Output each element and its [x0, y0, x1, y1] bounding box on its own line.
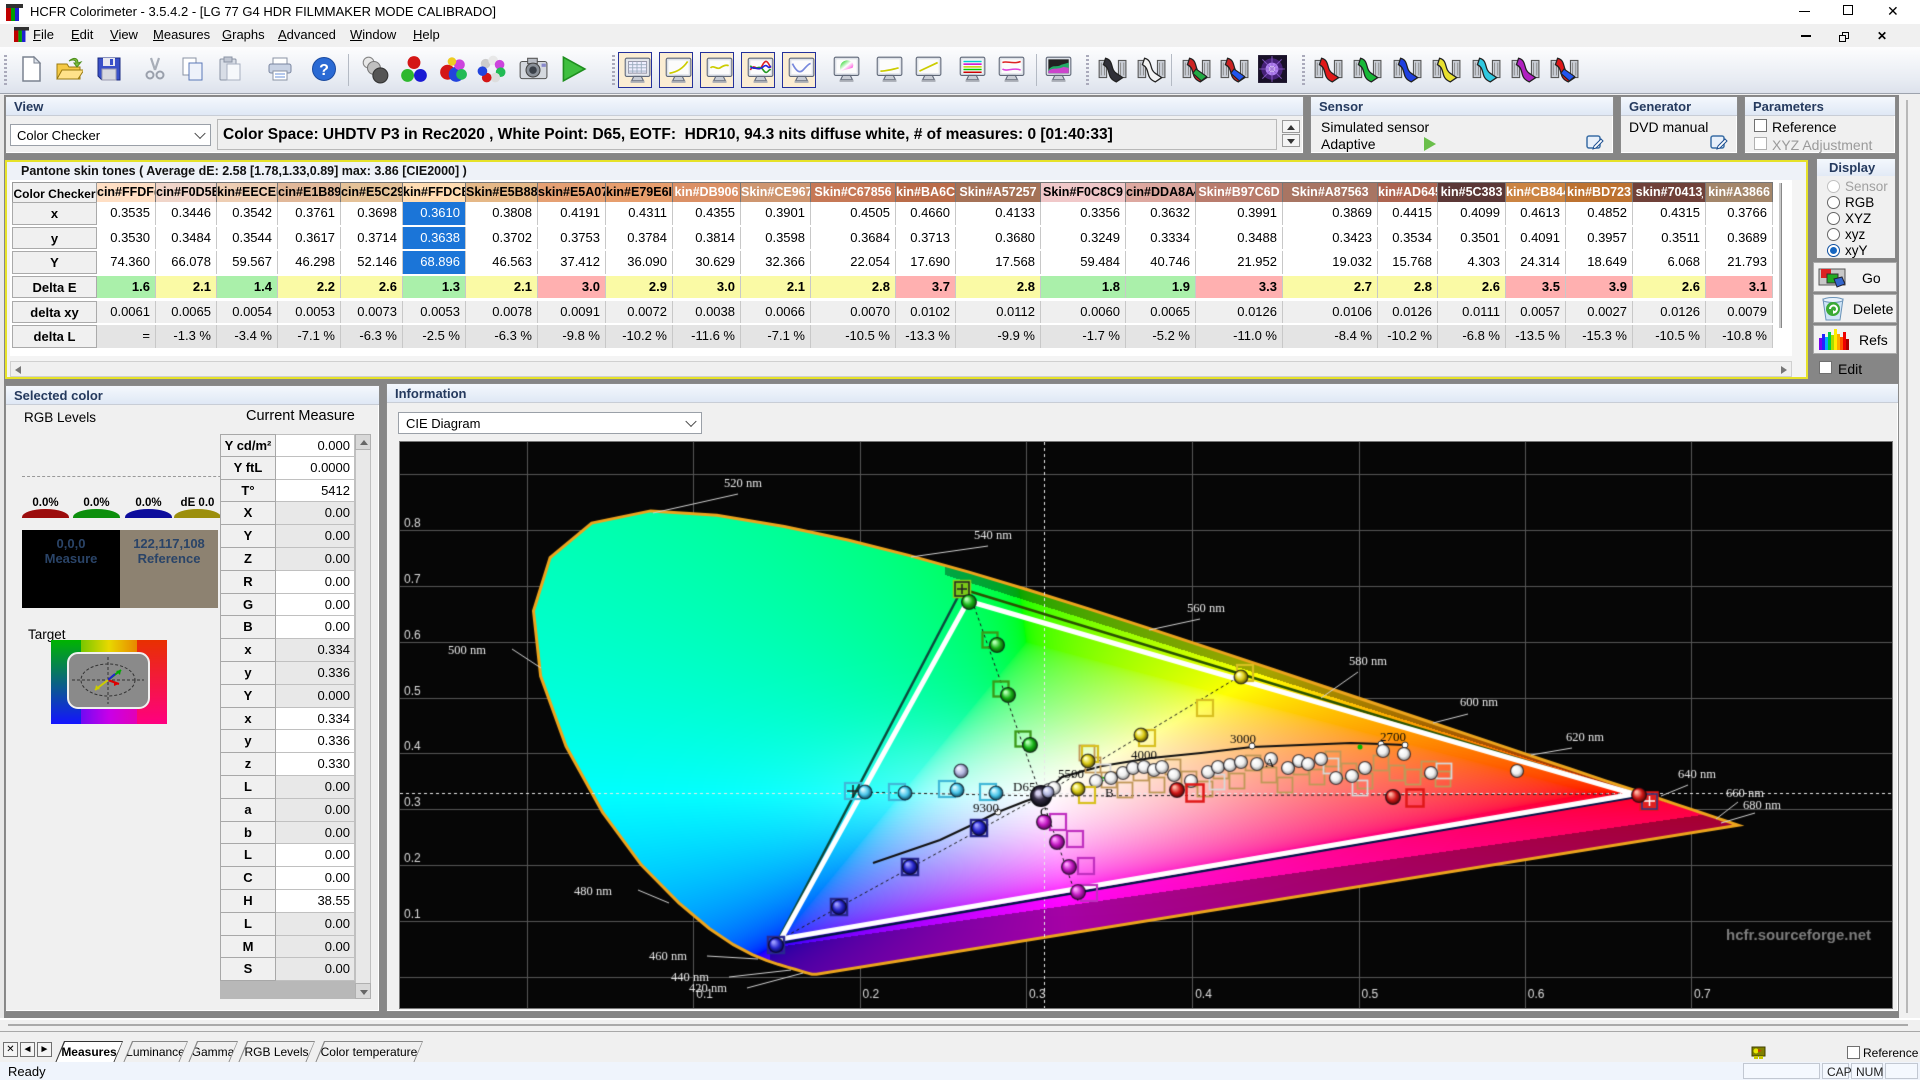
- svg-text:?: ?: [319, 62, 329, 79]
